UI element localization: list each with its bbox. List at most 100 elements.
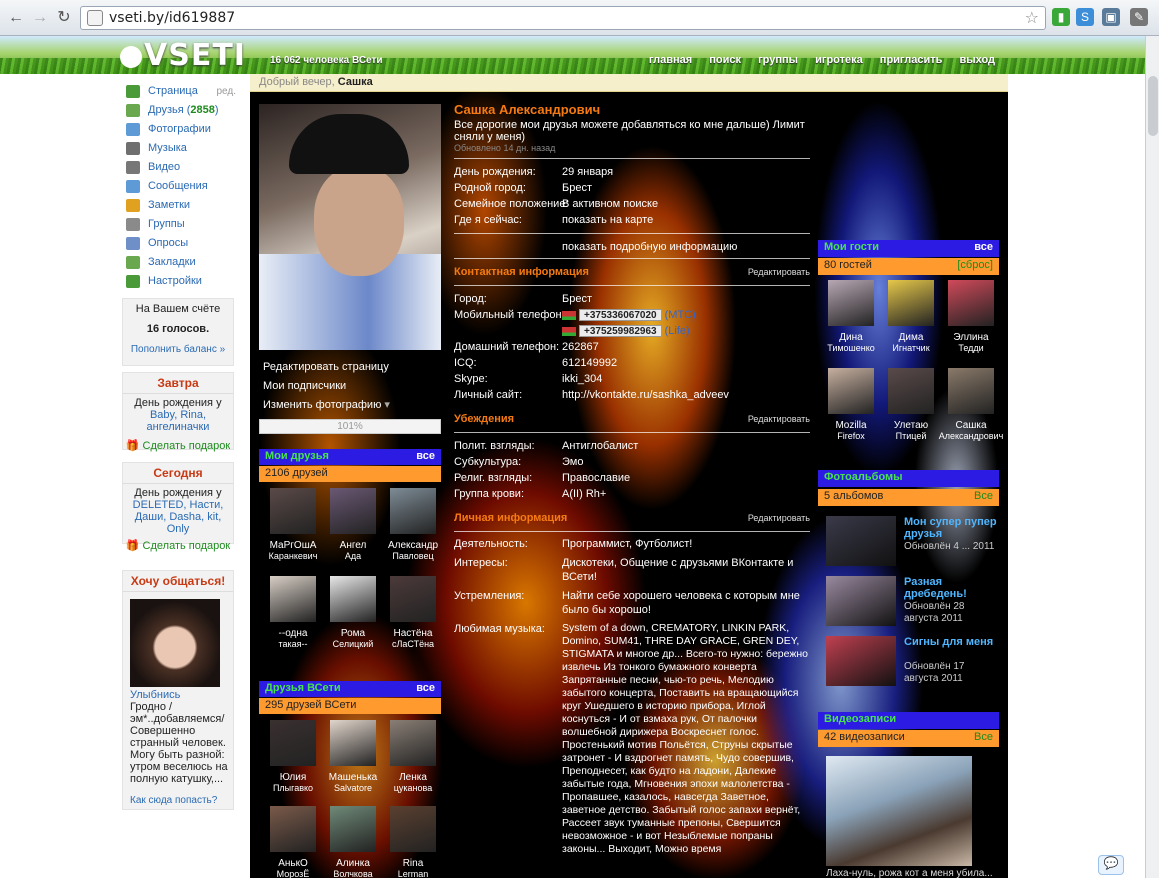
album-cover[interactable] (826, 516, 896, 566)
friend-photo[interactable] (330, 720, 376, 766)
chat-bubble-icon[interactable]: 💬 (1098, 855, 1124, 875)
want-chat-name[interactable]: Улыбнись (130, 689, 180, 701)
address-bar[interactable]: vseti.by/id619887 ☆ (80, 6, 1046, 30)
sidebar-item-10[interactable]: Настройки (126, 272, 236, 291)
sidebar-item-4[interactable]: Видео (126, 158, 236, 177)
my-friends-count[interactable]: 2106 друзей (259, 466, 441, 482)
friend-photo[interactable] (330, 806, 376, 852)
nav-groups[interactable]: группы (758, 54, 798, 66)
sidebar-item-1[interactable]: Друзья (2858) (126, 101, 236, 120)
friend-photo[interactable] (390, 488, 436, 534)
sidebar-item-2[interactable]: Фотографии (126, 120, 236, 139)
video-thumbnail[interactable] (826, 756, 972, 866)
edit-link[interactable]: ред. (216, 82, 236, 101)
friend-photo[interactable] (270, 720, 316, 766)
site-logo[interactable]: VSETI (120, 38, 246, 73)
sidebar-item-0[interactable]: Страница ред. (126, 82, 236, 101)
friend-name[interactable]: Эллина Тедди (936, 332, 1006, 354)
sidebar-item-7[interactable]: Группы (126, 215, 236, 234)
site-value[interactable]: http://vkontakte.ru/sashka_adveev (562, 387, 729, 403)
friend-photo[interactable] (390, 720, 436, 766)
friend-photo[interactable] (390, 576, 436, 622)
page-scrollbar[interactable] (1145, 36, 1159, 878)
skype-extension-icon[interactable]: S (1076, 8, 1094, 26)
back-icon[interactable]: ← (6, 8, 26, 28)
my-friends-all-link[interactable]: все (416, 450, 435, 462)
albums-count[interactable]: 5 альбомов (824, 490, 883, 502)
friend-name[interactable]: Сашка Александрович (936, 420, 1006, 442)
profile-status[interactable]: Все дорогие мои друзья можете добавлятьс… (454, 119, 810, 143)
info-value[interactable]: В активном поиске (562, 196, 658, 212)
videos-count[interactable]: 42 видеозаписи (824, 731, 905, 743)
video-caption[interactable]: Лаха-нуль, рожа кот а меня убила... (826, 868, 1006, 878)
wrench-icon[interactable]: ✎ (1130, 8, 1148, 26)
tomorrow-names[interactable]: Baby, Rina, ангелиначки (123, 409, 233, 433)
info-value[interactable]: System of a down, CREMATORY, LINKIN PARK… (562, 622, 810, 856)
album-item[interactable]: Разная дребедень! Обновлён 28 августа 201… (826, 576, 998, 628)
change-photo-link[interactable]: Изменить фотографию ▾ (263, 396, 390, 415)
guests-all-link[interactable]: все (974, 241, 993, 253)
edit-beliefs-link[interactable]: Редактировать (748, 411, 810, 427)
scrollbar-thumb[interactable] (1148, 76, 1158, 136)
album-item[interactable]: Сигны для меня Обновлён 17 августа 2011 (826, 636, 998, 688)
friend-photo[interactable] (330, 576, 376, 622)
info-value[interactable]: Найти себе хорошего человека с которым м… (562, 589, 810, 617)
friend-photo[interactable] (948, 280, 994, 326)
tomorrow-gift-link[interactable]: Сделать подарок (143, 440, 231, 452)
guests-count[interactable]: 80 гостей (824, 259, 872, 271)
signal-extension-icon[interactable]: ▮ (1052, 8, 1070, 26)
sidebar-item-8[interactable]: Опросы (126, 234, 236, 253)
friend-photo[interactable] (888, 280, 934, 326)
friend-photo[interactable] (270, 488, 316, 534)
info-value[interactable]: Антиглобалист (562, 438, 638, 454)
info-value[interactable]: Брест (562, 180, 592, 196)
info-value[interactable]: Православие (562, 470, 630, 486)
sidebar-item-3[interactable]: Музыка (126, 139, 236, 158)
nav-main[interactable]: главная (649, 54, 692, 66)
album-title[interactable]: Сигны для меня (904, 636, 998, 648)
edit-page-link[interactable]: Редактировать страницу (263, 358, 390, 377)
nav-games[interactable]: игротека (815, 54, 863, 66)
today-names[interactable]: DELETED, Насти, Даши, Dasha, kit, Only (123, 499, 233, 535)
vseti-friends-all-link[interactable]: все (416, 682, 435, 694)
friend-photo[interactable] (828, 280, 874, 326)
forward-icon[interactable]: → (30, 8, 50, 28)
friend-photo[interactable] (330, 488, 376, 534)
sidebar-item-6[interactable]: Заметки (126, 196, 236, 215)
albums-all-link[interactable]: Все (974, 490, 993, 502)
friend-photo[interactable] (270, 576, 316, 622)
bookmark-star-icon[interactable]: ☆ (1025, 8, 1039, 28)
edit-contacts-link[interactable]: Редактировать (748, 264, 810, 280)
top-up-link[interactable]: Пополнить баланс » (131, 344, 225, 355)
videos-all-link[interactable]: Все (974, 731, 993, 743)
vseti-friends-count[interactable]: 295 друзей ВСети (259, 698, 441, 714)
phone-1[interactable]: +375336067020 (МТС) (562, 307, 696, 323)
info-value[interactable]: Дискотеки, Общение с друзьями ВКонтакте … (562, 556, 810, 584)
info-value[interactable]: 29 января (562, 164, 613, 180)
friend-name[interactable]: Настёна сЛаСТёна (378, 628, 448, 650)
friend-name[interactable]: Ленка цуканова (378, 772, 448, 794)
album-title[interactable]: Разная дребедень! (904, 576, 998, 600)
info-value[interactable]: Эмо (562, 454, 583, 470)
how-to-get-here-link[interactable]: Как сюда попасть? (130, 795, 217, 806)
guests-reset-link[interactable]: [сброс] (957, 259, 993, 271)
screenshot-extension-icon[interactable]: ▣ (1102, 8, 1120, 26)
info-value[interactable]: Программист, Футболист! (562, 537, 810, 551)
nav-invite[interactable]: пригласить (880, 54, 943, 66)
album-title[interactable]: Мон супер пупер друзья (904, 516, 998, 540)
profile-avatar[interactable] (259, 104, 441, 350)
friend-photo[interactable] (828, 368, 874, 414)
url-text[interactable]: vseti.by/id619887 (109, 10, 235, 26)
album-item[interactable]: Мон супер пупер друзья Обновлён 4 ... 201… (826, 516, 998, 568)
friend-photo[interactable] (948, 368, 994, 414)
album-cover[interactable] (826, 576, 896, 626)
phone-2[interactable]: +375259982963 (Life) (562, 323, 690, 339)
friend-photo[interactable] (888, 368, 934, 414)
friend-name[interactable]: Александр Павловец (378, 540, 448, 562)
sidebar-item-9[interactable]: Закладки (126, 253, 236, 272)
today-gift-link[interactable]: Сделать подарок (143, 540, 231, 552)
info-value[interactable]: показать на карте (562, 212, 653, 228)
want-chat-photo[interactable] (130, 599, 220, 687)
friend-photo[interactable] (390, 806, 436, 852)
reload-icon[interactable]: ↻ (54, 8, 74, 28)
